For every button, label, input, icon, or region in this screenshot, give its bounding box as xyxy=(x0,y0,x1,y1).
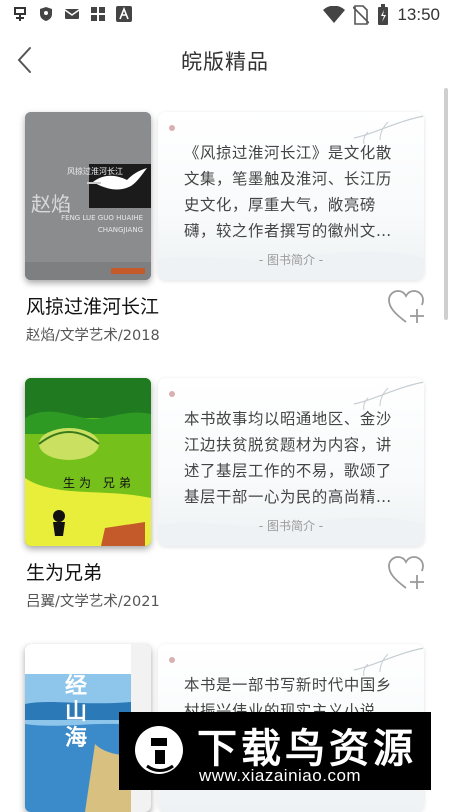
book-title[interactable]: 风掠过淮河长江 xyxy=(26,292,159,319)
book-cover[interactable]: 生为 兄弟 xyxy=(25,378,151,546)
cover-title: 风掠过淮河长江 xyxy=(67,167,123,176)
favorite-button[interactable] xyxy=(386,554,426,594)
book-meta: 赵焰/文学艺术/2018 xyxy=(26,328,160,344)
shield-icon xyxy=(40,7,52,21)
header: 皖版精品 xyxy=(0,32,450,88)
cover-title: 经山海 xyxy=(65,674,88,751)
mail-icon xyxy=(64,9,80,19)
favorite-button[interactable] xyxy=(386,288,426,328)
book-meta: 吕翼/文学艺术/2021 xyxy=(26,594,160,610)
book-card[interactable]: 赵焰 风掠过淮河长江 FENG LUE GUO HUAIHE CHANGJIAN… xyxy=(0,110,450,350)
app-logo-icon xyxy=(14,7,26,21)
no-sim-icon xyxy=(353,5,370,25)
cover-art xyxy=(25,378,151,546)
summary-label: - 图书简介 - xyxy=(258,519,324,533)
heart-plus-icon xyxy=(388,290,424,323)
cover-title: 生为 兄弟 xyxy=(63,476,135,490)
watermark-banner: 下载鸟资源 www.xiazainiao.com xyxy=(119,712,431,790)
book-summary-card[interactable]: 《风掠过淮河长江》是文化散文集，笔墨触及淮河、长江历史文化，厚重大气，敞亮磅礴，… xyxy=(158,112,424,280)
heart-plus-icon xyxy=(388,556,424,589)
summary-label: - 图书简介 - xyxy=(258,253,324,267)
book-summary-text: 本书故事均以昭通地区、金沙江边扶贫脱贫题材为内容，讲述了基层工作的不易，歌颂了基… xyxy=(184,410,392,506)
grid-app-icon xyxy=(91,7,105,21)
book-title[interactable]: 生为兄弟 xyxy=(26,558,102,585)
status-time: 13:50 xyxy=(397,5,440,24)
watermark-url: www.xiazainiao.com xyxy=(199,766,362,785)
page-title: 皖版精品 xyxy=(181,50,269,74)
wifi-icon xyxy=(323,6,346,23)
battery-charging-icon xyxy=(378,4,389,25)
cover-pinyin: FENG LUE GUO HUAIHE CHANGJIANG xyxy=(61,214,143,234)
book-summary-text: 《风掠过淮河长江》是文化散文集，笔墨触及淮河、长江历史文化，厚重大气，敞亮磅礴，… xyxy=(184,144,392,240)
bird-logo-icon xyxy=(135,726,183,774)
status-right-icons: 13:50 xyxy=(323,4,440,26)
status-left-icons xyxy=(12,6,132,22)
book-card[interactable]: 生为 兄弟 本书故事均以昭通地区、金沙江边扶贫脱贫题材为内容，讲述了基层工作的不… xyxy=(0,376,450,616)
status-bar: 13:50 xyxy=(0,0,450,32)
a-app-icon xyxy=(116,6,132,22)
book-cover[interactable]: 赵焰 风掠过淮河长江 FENG LUE GUO HUAIHE CHANGJIAN… xyxy=(25,112,151,280)
book-summary-card[interactable]: 本书故事均以昭通地区、金沙江边扶贫脱贫题材为内容，讲述了基层工作的不易，歌颂了基… xyxy=(158,378,424,546)
